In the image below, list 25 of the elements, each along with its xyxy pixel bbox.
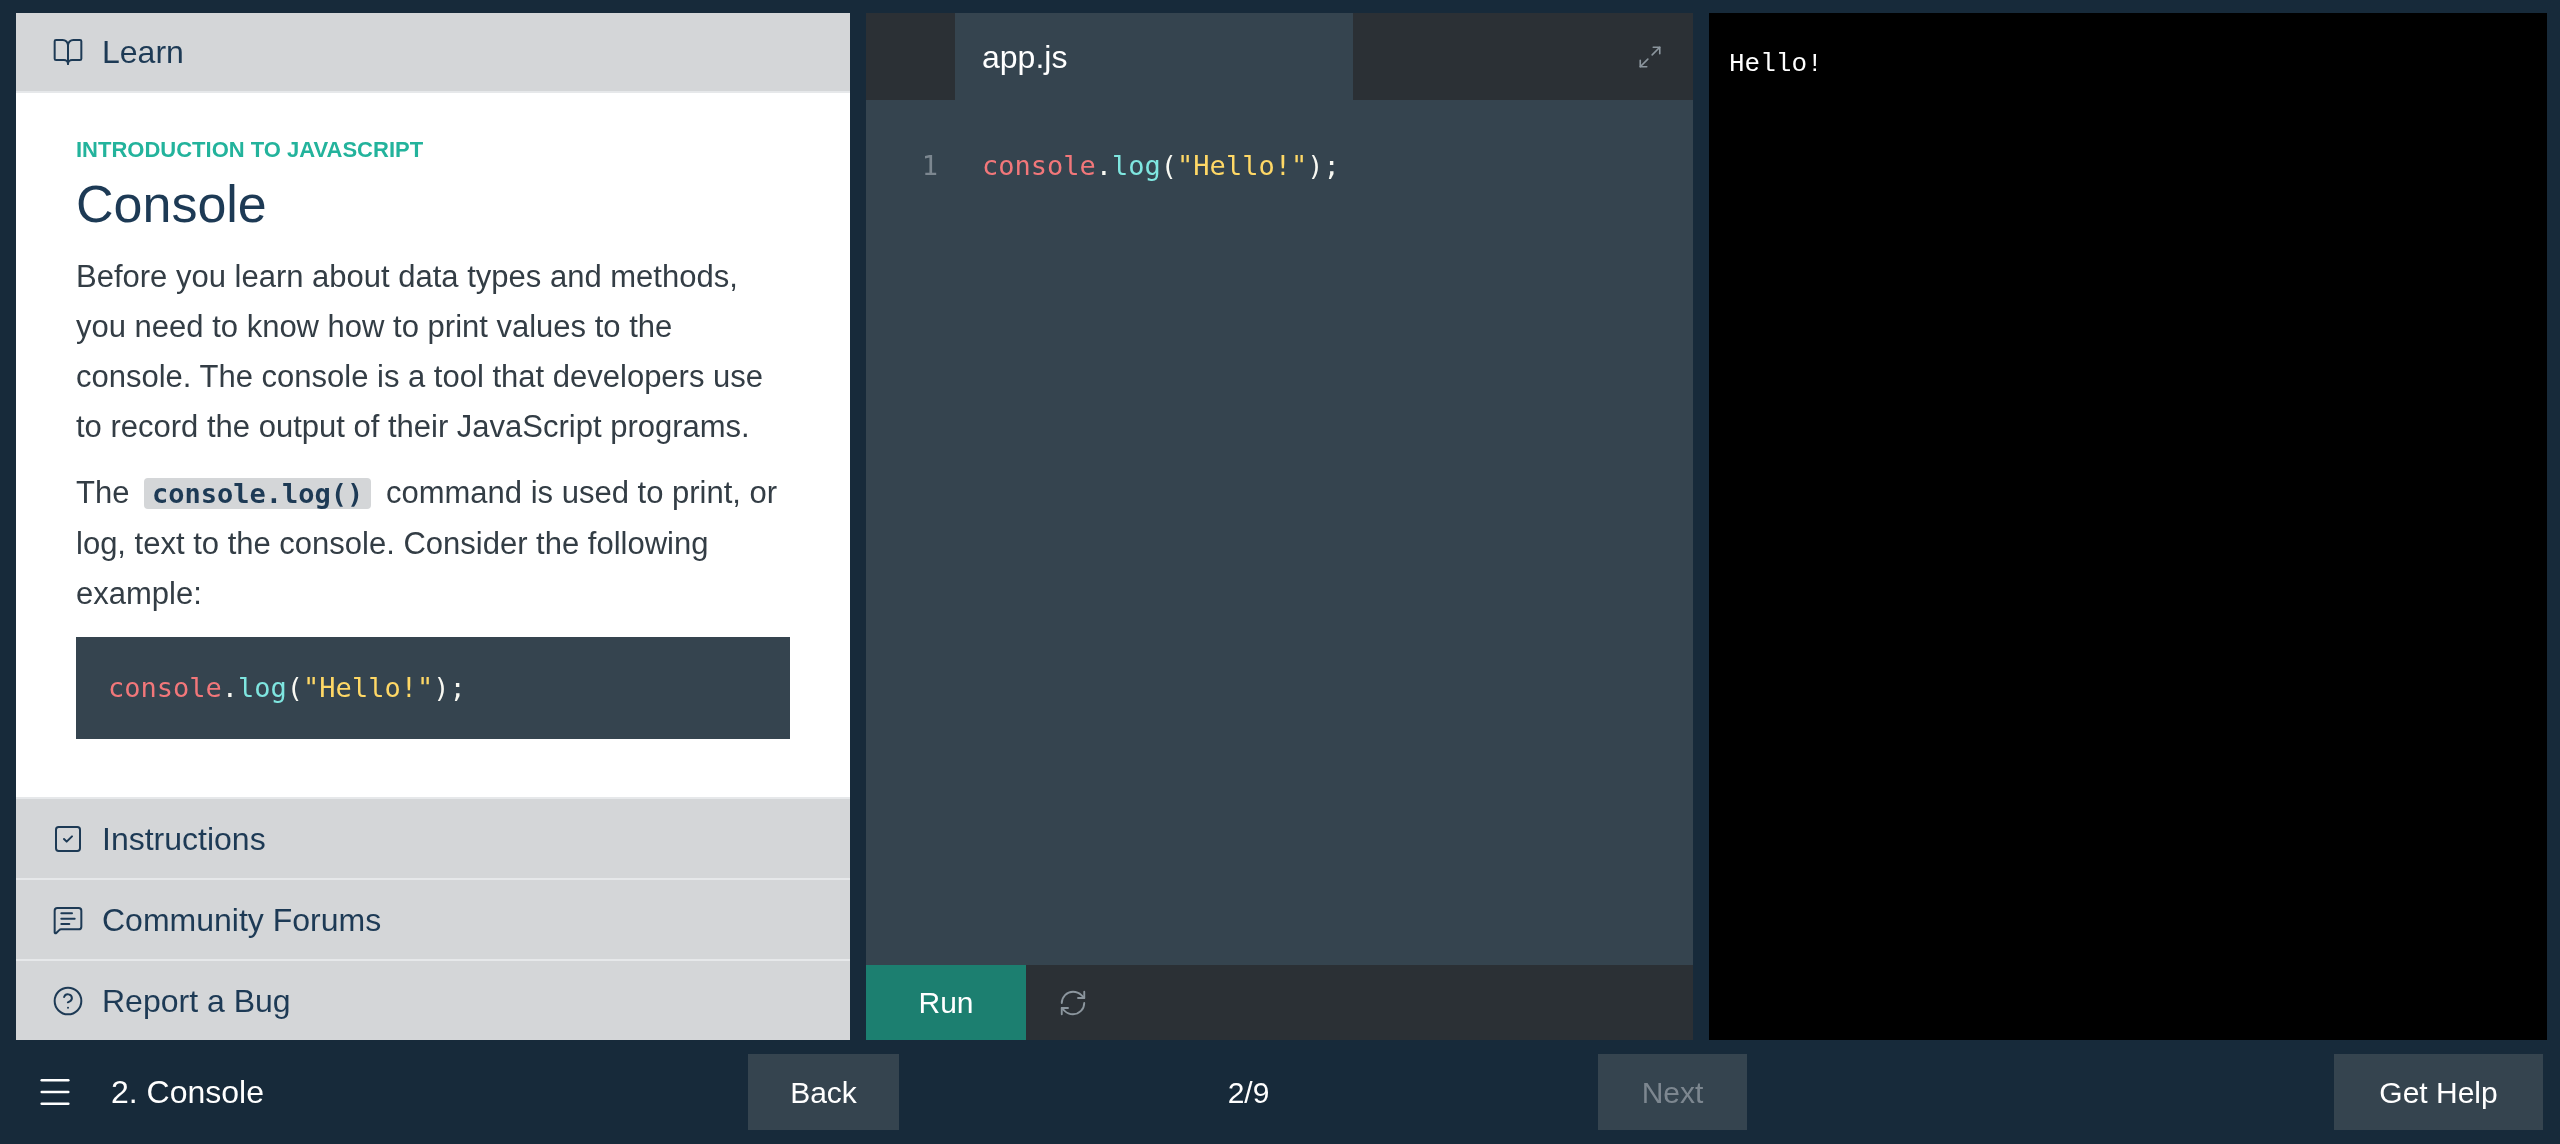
sidebar-item-label: Report a Bug xyxy=(102,981,291,1021)
expand-icon[interactable] xyxy=(1637,43,1663,70)
code-line: console.log("Hello!"); xyxy=(982,148,1340,183)
book-icon xyxy=(52,36,84,68)
sidebar-item[interactable]: Instructions xyxy=(16,797,850,878)
run-button[interactable]: Run xyxy=(866,965,1026,1040)
progress-counter: 2/9 xyxy=(1226,1074,1271,1111)
output-line: Hello! xyxy=(1729,48,1824,81)
learn-label: Learn xyxy=(102,33,184,72)
lesson-name: 2. Console xyxy=(111,1073,265,1112)
sidebar-item[interactable]: Community Forums xyxy=(16,878,850,959)
learn-tab[interactable]: Learn xyxy=(16,13,850,93)
file-tab[interactable]: app.js xyxy=(955,13,1353,100)
help-icon xyxy=(52,984,84,1017)
course-label: INTRODUCTION TO JAVASCRIPT xyxy=(76,136,425,164)
code-example: console.log("Hello!"); xyxy=(76,637,790,739)
sidebar-item[interactable]: Report a Bug xyxy=(16,959,850,1040)
lesson-title: Console xyxy=(76,174,268,235)
lesson-paragraph: The console.log() command is used to print, or log, text to the console. Consider the following example: xyxy=(76,474,779,613)
lesson-paragraph: Before you learn about data types and methods, you need to know how to print values to the console. The console is a tool that developers use to record the output of their JavaScript programs. xyxy=(76,258,765,446)
get-help-button[interactable]: Get Help xyxy=(2334,1054,2543,1130)
line-number: 1 xyxy=(920,148,938,183)
sidebar-item-label: Instructions xyxy=(102,819,266,859)
sidebar-item-label: Community Forums xyxy=(102,900,382,940)
back-button[interactable]: Back xyxy=(748,1054,899,1130)
